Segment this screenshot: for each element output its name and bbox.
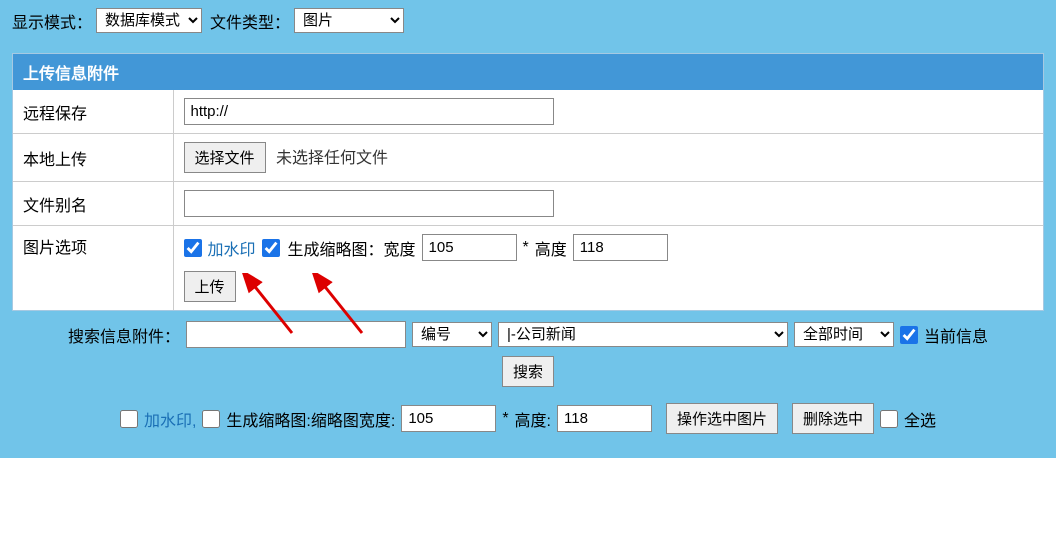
file-alias-input[interactable] (184, 190, 554, 217)
gen-thumb-checkbox[interactable] (262, 239, 280, 257)
panel-title: 上传信息附件 (13, 54, 1043, 90)
star-separator: * (523, 239, 529, 257)
filter-width-input[interactable] (401, 405, 496, 432)
operate-selected-button[interactable]: 操作选中图片 (666, 403, 778, 434)
search-category-select[interactable]: |-公司新闻 (498, 322, 788, 347)
filter-height-label: 高度: (515, 407, 551, 431)
choose-file-button[interactable]: 选择文件 (184, 142, 266, 173)
current-info-checkbox[interactable] (900, 326, 918, 344)
search-button[interactable]: 搜索 (502, 356, 554, 387)
image-options-label: 图片选项 (13, 226, 173, 311)
remote-save-label: 远程保存 (13, 90, 173, 134)
filter-watermark-checkbox[interactable] (120, 410, 138, 428)
delete-selected-button[interactable]: 删除选中 (792, 403, 874, 434)
filter-genthumb-checkbox[interactable] (202, 410, 220, 428)
display-mode-select[interactable]: 数据库模式 (96, 8, 202, 33)
top-toolbar: 显示模式： 数据库模式 文件类型： 图片 (0, 0, 1056, 41)
thumb-height-input[interactable] (573, 234, 668, 261)
search-field-select[interactable]: 编号 (412, 322, 492, 347)
file-type-label: 文件类型： (210, 9, 290, 33)
watermark-checkbox[interactable] (184, 239, 202, 257)
filter-star: * (502, 410, 508, 428)
remote-url-input[interactable] (184, 98, 554, 125)
filter-genthumb-label: 生成缩略图:缩略图宽度: (226, 407, 395, 431)
upload-panel: 上传信息附件 远程保存 本地上传 选择文件 未选择任何文件 文件别名 (12, 53, 1044, 311)
file-alias-label: 文件别名 (13, 182, 173, 226)
filter-watermark-label: 加水印, (144, 407, 196, 431)
select-all-label: 全选 (904, 407, 936, 431)
local-upload-label: 本地上传 (13, 134, 173, 182)
filter-row: 加水印, 生成缩略图:缩略图宽度: * 高度: 操作选中图片 删除选中 全选 (12, 397, 1044, 446)
no-file-chosen-text: 未选择任何文件 (276, 150, 388, 167)
search-time-select[interactable]: 全部时间 (794, 322, 894, 347)
height-label: 高度 (535, 236, 567, 260)
search-row: 搜索信息附件： 编号 |-公司新闻 全部时间 当前信息 (12, 311, 1044, 352)
main-frame: 上传信息附件 远程保存 本地上传 选择文件 未选择任何文件 文件别名 (0, 41, 1056, 458)
search-label: 搜索信息附件： (68, 323, 180, 347)
select-all-checkbox[interactable] (880, 410, 898, 428)
file-type-select[interactable]: 图片 (294, 8, 404, 33)
thumb-width-input[interactable] (422, 234, 517, 261)
filter-height-input[interactable] (557, 405, 652, 432)
current-info-label: 当前信息 (924, 323, 988, 347)
search-input[interactable] (186, 321, 406, 348)
display-mode-label: 显示模式： (12, 9, 92, 33)
gen-thumb-label: 生成缩略图：宽度 (288, 236, 416, 260)
form-table: 远程保存 本地上传 选择文件 未选择任何文件 文件别名 (13, 90, 1043, 310)
upload-button[interactable]: 上传 (184, 271, 236, 302)
watermark-label: 加水印 (208, 236, 256, 260)
